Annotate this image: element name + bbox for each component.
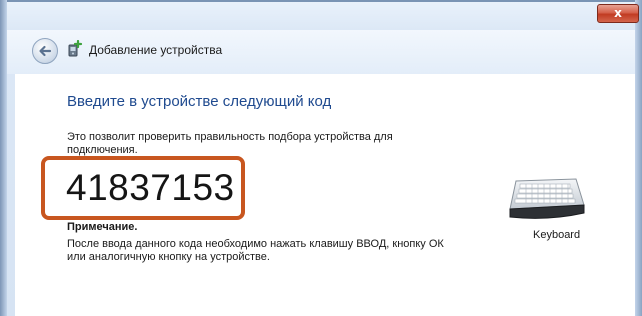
window-top-border	[0, 0, 642, 2]
back-arrow-icon	[39, 45, 52, 57]
back-button[interactable]	[32, 38, 58, 64]
pairing-code: 41837153	[66, 167, 235, 208]
window-title: Добавление устройства	[89, 43, 223, 57]
window-right-border	[635, 0, 642, 316]
close-button[interactable]: x	[597, 4, 639, 23]
instruction-heading: Введите в устройстве следующий код	[67, 93, 332, 110]
description-text: Это позволит проверить правильность подб…	[67, 131, 393, 156]
note-text: После ввода данного кода необходимо нажа…	[67, 238, 444, 263]
window-left-border	[0, 0, 7, 316]
keyboard-icon	[509, 178, 585, 219]
add-device-icon	[68, 40, 83, 57]
note-title: Примечание.	[67, 221, 138, 233]
device-label[interactable]: Keyboard	[533, 229, 580, 241]
